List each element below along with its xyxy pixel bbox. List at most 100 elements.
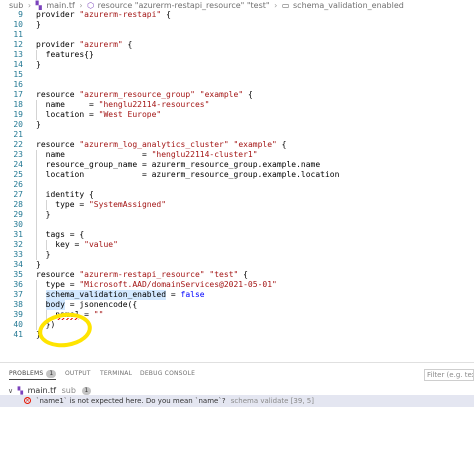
panel-tabs: PROBLEMS 1 OUTPUT TERMINAL DEBUG CONSOLE: [0, 366, 474, 382]
code-line[interactable]: 24 resource_group_name = azurerm_resourc…: [0, 160, 474, 170]
code-line[interactable]: 35 resource "azurerm-restapi_resource" "t…: [0, 270, 474, 280]
problem-file-path: sub: [61, 386, 76, 395]
tab-terminal-label: TERMINAL: [100, 370, 133, 377]
indent-guide: [45, 240, 47, 250]
panel-divider: [0, 362, 474, 363]
line-number: 28: [13, 200, 23, 209]
code-line[interactable]: 10}: [0, 20, 474, 30]
code-line[interactable]: 15: [0, 70, 474, 80]
line-number: 10: [13, 20, 23, 29]
line-number: 24: [13, 160, 23, 169]
code-text: provider "azurerm-restapi" {: [36, 10, 171, 19]
line-number: 9: [18, 10, 23, 19]
code-line[interactable]: 37 schema_validation_enabled = false: [0, 290, 474, 300]
tab-terminal[interactable]: TERMINAL: [100, 366, 132, 382]
code-line[interactable]: 34}: [0, 260, 474, 270]
problems-count-badge: 1: [46, 369, 57, 378]
code-line[interactable]: 16: [0, 80, 474, 90]
code-line[interactable]: 32 key = "value": [0, 240, 474, 250]
problem-file-name: main.tf: [27, 386, 57, 395]
terraform-icon: ▚: [17, 387, 24, 395]
line-number: 11: [13, 30, 23, 39]
line-number: 15: [13, 70, 23, 79]
line-number: 35: [13, 270, 23, 279]
line-number: 36: [13, 280, 23, 289]
code-text: identity {: [36, 190, 94, 199]
code-line[interactable]: 31 tags = {: [0, 230, 474, 240]
code-line[interactable]: 26: [0, 180, 474, 190]
line-number: 27: [13, 190, 23, 199]
problem-file-count: 1: [81, 386, 92, 395]
problems-filter-input[interactable]: Filter (e.g. text, **: [424, 369, 474, 381]
code-line[interactable]: 18 name = "henglu22114-resources": [0, 100, 474, 110]
code-text: }: [36, 20, 41, 29]
code-line[interactable]: 19 location = "West Europe": [0, 110, 474, 120]
tab-debug-console[interactable]: DEBUG CONSOLE: [140, 366, 195, 382]
code-line[interactable]: 30: [0, 220, 474, 230]
indent-guide: [45, 200, 47, 210]
problem-message-row: `name1` is not expected here. Do you mea…: [36, 395, 314, 407]
code-line[interactable]: 36 type = "Microsoft.AAD/domainServices@…: [0, 280, 474, 290]
code-text: resource "azurerm_log_analytics_cluster"…: [36, 140, 287, 149]
code-editor[interactable]: 9 provider "azurerm-restapi" {10} 11 12 prov…: [0, 10, 474, 346]
indent-guide: [36, 280, 37, 330]
code-line[interactable]: 27 identity {: [0, 190, 474, 200]
chevron-down-icon: ∨: [8, 387, 14, 395]
line-number: 40: [13, 320, 23, 329]
line-number: 32: [13, 240, 23, 249]
code-text: }: [36, 260, 41, 269]
line-number: 37: [13, 290, 23, 299]
line-number: 23: [13, 150, 23, 159]
code-line[interactable]: 23 name = "henglu22114-cluster1": [0, 150, 474, 160]
line-number: 18: [13, 100, 23, 109]
line-number: 12: [13, 40, 23, 49]
code-text: type = "SystemAssigned": [36, 200, 167, 209]
error-icon: ×: [24, 397, 31, 404]
code-line[interactable]: 20}: [0, 120, 474, 130]
code-line[interactable]: 14}: [0, 60, 474, 70]
code-line[interactable]: 28 type = "SystemAssigned": [0, 200, 474, 210]
code-text: name = "henglu22114-cluster1": [36, 150, 258, 159]
problem-message: `name1` is not expected here. Do you mea…: [36, 397, 226, 405]
tab-problems[interactable]: PROBLEMS 1: [9, 366, 57, 380]
code-text: }: [36, 210, 51, 219]
code-line[interactable]: 22 resource "azurerm_log_analytics_cluste…: [0, 140, 474, 150]
line-number: 19: [13, 110, 23, 119]
code-line[interactable]: 25 location = azurerm_resource_group.exa…: [0, 170, 474, 180]
line-number: 38: [13, 300, 23, 309]
code-text: location = "West Europe": [36, 110, 162, 119]
line-number: 34: [13, 260, 23, 269]
code-text: location = azurerm_resource_group.exampl…: [36, 170, 340, 179]
code-line[interactable]: 17 resource "azurerm_resource_group" "exa…: [0, 90, 474, 100]
code-text: provider "azurerm" {: [36, 40, 133, 49]
indent-guide: [36, 50, 37, 60]
code-line[interactable]: 33 }: [0, 250, 474, 260]
problem-source: schema validate [39, 5]: [230, 397, 314, 405]
code-text: }: [36, 60, 41, 69]
problem-item[interactable]: × `name1` is not expected here. Do you m…: [0, 395, 474, 407]
line-number: 20: [13, 120, 23, 129]
line-number: 30: [13, 220, 23, 229]
line-number: 14: [13, 60, 23, 69]
code-line[interactable]: 12 provider "azurerm" {: [0, 40, 474, 50]
line-number: 25: [13, 170, 23, 179]
tab-output-label: OUTPUT: [65, 370, 91, 377]
tab-problems-label: PROBLEMS: [9, 370, 44, 377]
code-text: type = "Microsoft.AAD/domainServices@202…: [36, 280, 277, 289]
code-line[interactable]: 9 provider "azurerm-restapi" {: [0, 10, 474, 20]
code-text: key = "value": [36, 240, 118, 249]
code-line[interactable]: 21: [0, 130, 474, 140]
code-text: schema_validation_enabled = false: [36, 290, 205, 299]
code-line[interactable]: 11: [0, 30, 474, 40]
code-text: name = "henglu22114-resources": [36, 100, 210, 109]
code-text: resource "azurerm_resource_group" "examp…: [36, 90, 253, 99]
line-number: 26: [13, 180, 23, 189]
indent-guide: [36, 150, 37, 260]
code-text: }: [36, 120, 41, 129]
code-line[interactable]: 13 features{}: [0, 50, 474, 60]
code-text: resource "azurerm-restapi_resource" "tes…: [36, 270, 248, 279]
tab-output[interactable]: OUTPUT: [65, 366, 91, 382]
code-line[interactable]: 29 }: [0, 210, 474, 220]
line-number: 29: [13, 210, 23, 219]
code-line[interactable]: 38 body = jsonencode({: [0, 300, 474, 310]
